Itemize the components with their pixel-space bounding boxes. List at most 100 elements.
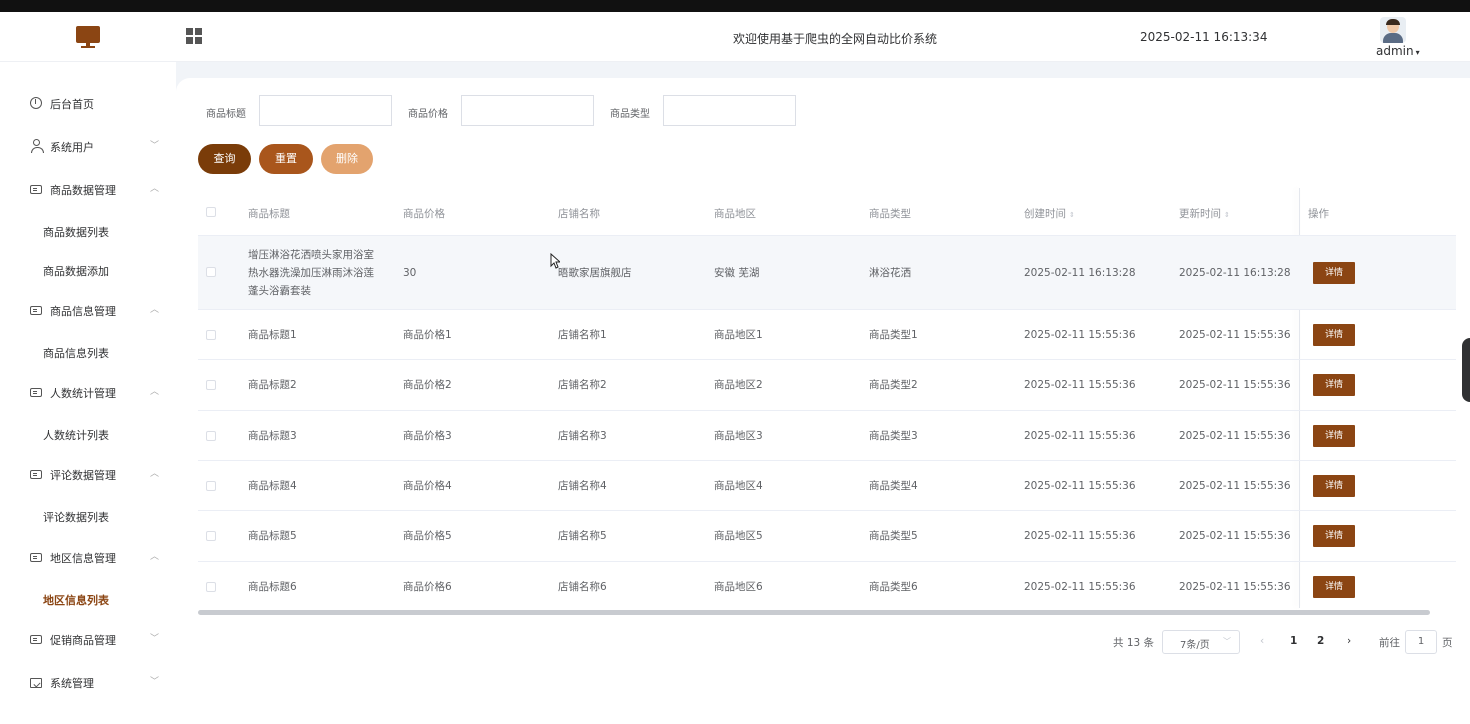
page-size-select[interactable]: 7条/页 ﹀: [1162, 630, 1240, 654]
row-checkbox[interactable]: [206, 380, 216, 390]
row-checkbox[interactable]: [206, 582, 216, 592]
avatar[interactable]: [1380, 17, 1406, 43]
system-title: 欢迎使用基于爬虫的全网自动比价系统: [732, 32, 937, 46]
sidebar-item-label: 评论数据管理: [50, 469, 116, 482]
sidebar-item-label: 系统用户: [50, 141, 94, 154]
goto-page-input[interactable]: 1: [1405, 630, 1437, 654]
sidebar-item-visitor-stats[interactable]: 人数统计管理 ︿: [0, 372, 176, 412]
sort-icon[interactable]: ⇕: [1069, 211, 1075, 219]
col-header-created[interactable]: 创建时间 ⇕: [1024, 206, 1075, 221]
cell-updated: 2025-02-11 15:55:36: [1179, 379, 1291, 391]
cell-price: 商品价格5: [403, 530, 452, 542]
table-row[interactable]: 商品标题2 商品价格2 店铺名称2 商品地区2 商品类型2 2025-02-11…: [198, 360, 1456, 411]
sidebar-item-product-data[interactable]: 商品数据管理 ︿: [0, 169, 176, 209]
detail-button[interactable]: 详情: [1313, 324, 1355, 346]
detail-button[interactable]: 详情: [1313, 475, 1355, 497]
user-dropdown[interactable]: admin ▾: [1376, 44, 1420, 58]
row-checkbox[interactable]: [206, 481, 216, 491]
cell-created: 2025-02-11 15:55:36: [1024, 581, 1136, 593]
sidebar-item-label: 商品数据添加: [43, 265, 109, 278]
reset-button[interactable]: 重置: [259, 144, 313, 174]
card-icon: [30, 470, 42, 479]
table-row[interactable]: 商品标题4 商品价格4 店铺名称4 商品地区4 商品类型4 2025-02-11…: [198, 461, 1456, 511]
title-search-input[interactable]: [259, 95, 392, 126]
detail-button[interactable]: 详情: [1313, 425, 1355, 447]
sidebar-item-label: 人数统计管理: [50, 387, 116, 400]
prev-page-icon[interactable]: ‹: [1260, 635, 1264, 657]
sort-icon[interactable]: ⇕: [1224, 211, 1230, 219]
card-icon: [30, 306, 42, 315]
sidebar-item-product-data-add[interactable]: 商品数据添加: [0, 250, 176, 290]
card-icon: [30, 388, 42, 397]
next-page-icon[interactable]: ›: [1347, 635, 1351, 657]
sidebar-item-system-admin[interactable]: 系统管理 ﹀: [0, 662, 176, 702]
cell-shop: 店铺名称4: [558, 480, 607, 492]
horizontal-scrollbar[interactable]: [198, 610, 1430, 615]
row-checkbox[interactable]: [206, 330, 216, 340]
page-1-button[interactable]: 1: [1290, 635, 1297, 657]
sidebar-item-region-info-list[interactable]: 地区信息列表: [0, 579, 176, 619]
chevron-up-icon: ︿: [150, 184, 160, 194]
filter-price-label: 商品价格: [408, 109, 448, 120]
sidebar-item-product-data-list[interactable]: 商品数据列表: [0, 211, 176, 251]
col-header-created-label: 创建时间: [1024, 208, 1066, 220]
sidebar-item-visitor-stats-list[interactable]: 人数统计列表: [0, 414, 176, 454]
detail-button[interactable]: 详情: [1313, 525, 1355, 547]
folder-icon: [30, 678, 42, 688]
sidebar-item-system-users[interactable]: 系统用户 ﹀: [0, 126, 176, 166]
table-row[interactable]: 商品标题1 商品价格1 店铺名称1 商品地区1 商品类型1 2025-02-11…: [198, 310, 1456, 360]
sidebar-item-home[interactable]: 后台首页: [0, 83, 176, 123]
detail-button[interactable]: 详情: [1313, 262, 1355, 284]
cell-type: 商品类型2: [869, 379, 918, 391]
cell-updated: 2025-02-11 15:55:36: [1179, 329, 1291, 341]
user-icon: [31, 139, 44, 153]
detail-button[interactable]: 详情: [1313, 576, 1355, 598]
table-row[interactable]: 商品标题5 商品价格5 店铺名称5 商品地区5 商品类型5 2025-02-11…: [198, 511, 1456, 562]
cell-updated: 2025-02-11 15:55:36: [1179, 530, 1291, 542]
pagination-total: 共 13 条: [1113, 637, 1155, 649]
cell-title: 商品标题6: [248, 581, 297, 593]
table-row[interactable]: 增压淋浴花洒喷头家用浴室热水器洗澡加压淋雨沐浴莲蓬头浴霸套装 30 晤歌家居旗舰…: [198, 236, 1456, 310]
query-button[interactable]: 查询: [198, 144, 251, 174]
sidebar-item-label: 系统管理: [50, 677, 94, 690]
price-search-input[interactable]: [461, 95, 594, 126]
cell-created: 2025-02-11 15:55:36: [1024, 329, 1136, 341]
cell-created: 2025-02-11 15:55:36: [1024, 379, 1136, 391]
page-2-button[interactable]: 2: [1317, 635, 1324, 657]
table-row[interactable]: 商品标题3 商品价格3 店铺名称3 商品地区3 商品类型3 2025-02-11…: [198, 411, 1456, 461]
row-checkbox[interactable]: [206, 267, 216, 277]
mouse-cursor-icon: [550, 253, 560, 269]
cell-shop: 店铺名称1: [558, 329, 607, 341]
side-float-tab[interactable]: [1462, 338, 1470, 402]
cell-price: 商品价格3: [403, 430, 452, 442]
chevron-up-icon: ︿: [150, 469, 160, 479]
chevron-up-icon: ︿: [150, 387, 160, 397]
row-checkbox[interactable]: [206, 431, 216, 441]
sidebar-item-region-info[interactable]: 地区信息管理 ︿: [0, 537, 176, 577]
col-header-price: 商品价格: [403, 208, 445, 220]
sidebar-item-label: 商品数据列表: [43, 226, 109, 239]
sidebar-item-product-info-list[interactable]: 商品信息列表: [0, 332, 176, 372]
cell-updated: 2025-02-11 16:13:28: [1179, 267, 1291, 279]
sidebar-item-product-info[interactable]: 商品信息管理 ︿: [0, 290, 176, 330]
cell-type: 商品类型1: [869, 329, 918, 341]
cell-region: 商品地区2: [714, 379, 763, 391]
col-header-updated[interactable]: 更新时间 ⇕: [1179, 206, 1230, 221]
content-panel: 商品标题 商品价格 商品类型 查询 重置 删除 商品标题 商品价格 店铺名称 商…: [176, 78, 1470, 724]
cell-title: 商品标题5: [248, 530, 297, 542]
type-search-input[interactable]: [663, 95, 796, 126]
delete-button[interactable]: 删除: [321, 144, 373, 174]
detail-button[interactable]: 详情: [1313, 374, 1355, 396]
table-row[interactable]: 商品标题6 商品价格6 店铺名称6 商品地区6 商品类型6 2025-02-11…: [198, 562, 1456, 612]
sidebar-item-promotions[interactable]: 促销商品管理 ﹀: [0, 619, 176, 659]
row-checkbox[interactable]: [206, 531, 216, 541]
table-header: 商品标题 商品价格 店铺名称 商品地区 商品类型 创建时间 ⇕ 更新时间 ⇕ 操作: [198, 188, 1456, 236]
sidebar-item-review-data-list[interactable]: 评论数据列表: [0, 496, 176, 536]
select-all-checkbox[interactable]: [206, 207, 216, 217]
cell-title: 增压淋浴花洒喷头家用浴室热水器洗澡加压淋雨沐浴莲蓬头浴霸套装: [248, 249, 374, 297]
cell-type: 商品类型4: [869, 480, 918, 492]
cell-updated: 2025-02-11 15:55:36: [1179, 430, 1291, 442]
sidebar-item-review-data[interactable]: 评论数据管理 ︿: [0, 454, 176, 494]
grid-menu-icon[interactable]: [186, 28, 202, 44]
sidebar-item-label: 地区信息管理: [50, 552, 116, 565]
